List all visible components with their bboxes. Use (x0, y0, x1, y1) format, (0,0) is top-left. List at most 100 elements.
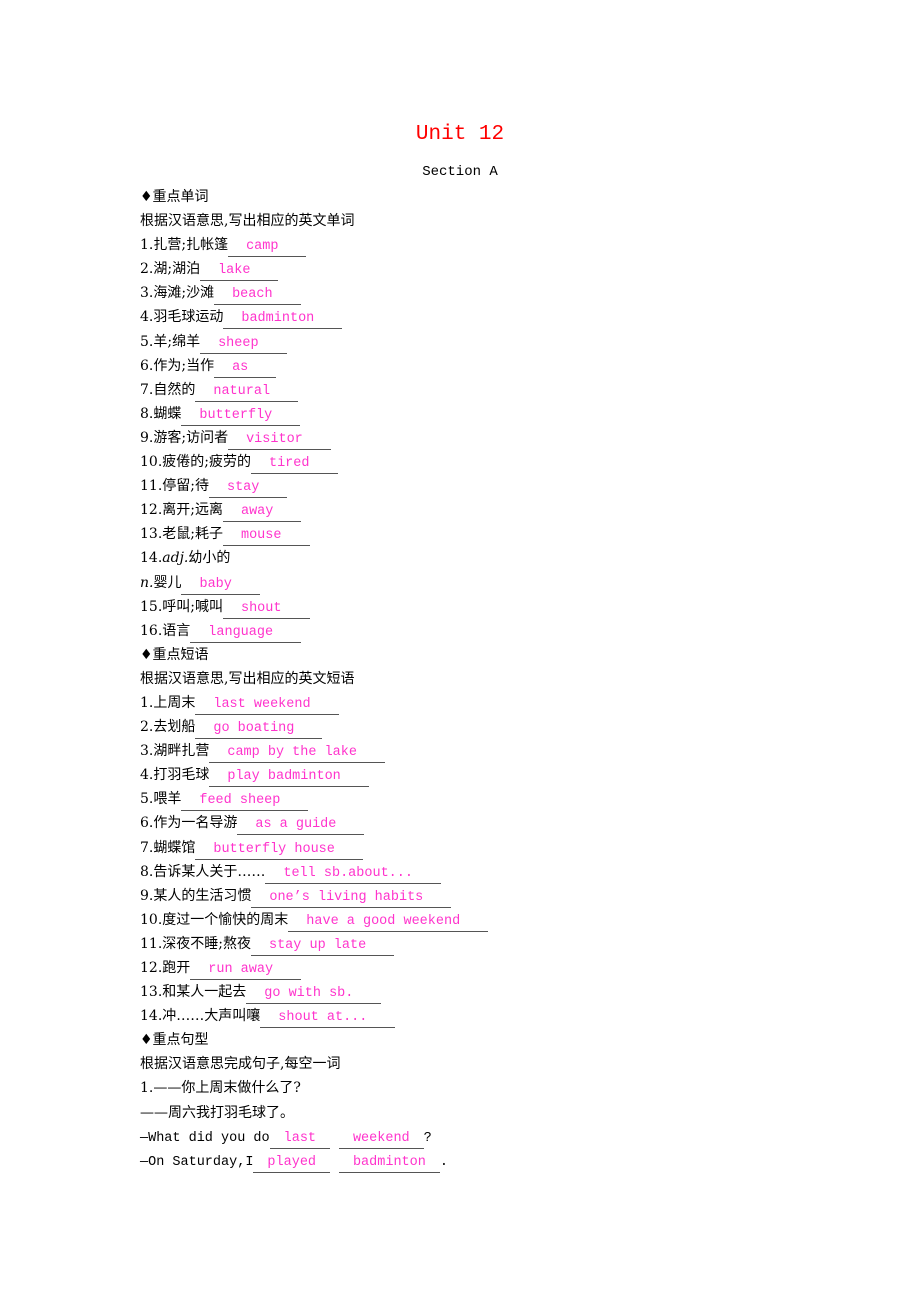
item-number: 6. (140, 815, 154, 832)
item-prompt: 湖;湖泊 (153, 261, 201, 278)
word-item: 4.羽毛球运动 badminton (140, 305, 840, 330)
word-item: 2.湖;湖泊 lake (140, 257, 840, 282)
sentence-text: —On Saturday,I (140, 1154, 254, 1170)
word-item: 5.羊;绵羊 sheep (140, 330, 840, 354)
answer-blank[interactable]: lake (200, 262, 279, 282)
item-prompt: 海滩;沙滩 (153, 285, 215, 302)
item-prompt: 告诉某人关于…… (153, 863, 266, 880)
worksheet-content: ♦重点单词 根据汉语意思,写出相应的英文单词 1.扎营;扎帐篷 camp 2.湖;湖… (140, 185, 840, 1173)
answer-blank[interactable]: baby (181, 576, 260, 595)
answer-blank[interactable]: badminton (223, 310, 343, 330)
answer-blank[interactable]: go with sb. (246, 985, 382, 1005)
item-prompt: 老鼠;耗子 (162, 526, 223, 543)
item-prompt: 离开;远离 (162, 502, 223, 519)
item-prompt: 去划船 (153, 719, 196, 736)
word-item: 3.海滩;沙滩 beach (140, 281, 840, 306)
answer-blank[interactable]: tell sb.about... (265, 865, 441, 884)
item-prompt: 呼叫;喊叫 (162, 598, 223, 615)
item-prompt: 停留;待 (162, 478, 209, 495)
word-item: 13.老鼠;耗子 mouse (140, 522, 840, 547)
item-prompt: 度过一个愉快的周末 (162, 911, 289, 928)
answer-blank[interactable]: badminton (338, 1154, 440, 1173)
word-item: 8.蝴蝶 butterfly (140, 402, 840, 426)
answer-blank[interactable]: stay up late (250, 937, 395, 956)
item-number: 2. (140, 261, 154, 278)
item-number: 2. (140, 719, 154, 736)
answer-blank[interactable]: shout (222, 600, 310, 619)
answer-blank[interactable]: language (190, 624, 302, 643)
item-prompt: 扎营;扎帐篷 (153, 237, 229, 254)
item-number: 7. (140, 839, 154, 856)
answer-blank[interactable]: shout at... (260, 1009, 396, 1029)
item-number: 11. (140, 478, 163, 495)
answer-blank[interactable]: butterfly house (195, 841, 363, 860)
item-number: 4. (140, 767, 154, 784)
sentence-q1-en-answer: —On Saturday,I played badminton. (140, 1149, 840, 1173)
answer-blank[interactable]: away (222, 503, 302, 523)
item-number: 13. (140, 526, 163, 543)
item-number: 8. (140, 863, 154, 880)
sentence-punct: ? (423, 1130, 432, 1146)
word-item: 16.语言 language (140, 619, 840, 643)
item-prompt: 婴儿 (153, 574, 182, 591)
item-number: 13. (140, 984, 163, 1001)
item-prompt: 上周末 (153, 694, 196, 711)
answer-blank[interactable]: camp (228, 238, 307, 258)
sentence-punct: . (439, 1154, 448, 1170)
phrase-item: 6.作为一名导游 as a guide (140, 811, 840, 836)
item-number: 16. (140, 622, 163, 639)
answer-blank[interactable]: beach (214, 286, 301, 306)
answer-blank[interactable]: butterfly (181, 407, 301, 426)
answer-blank[interactable]: go boating (195, 720, 323, 740)
sentence-q1-en-question: —What did you do last weekend? (140, 1125, 840, 1149)
pos-n: n. (140, 574, 154, 591)
answer-blank[interactable]: played (253, 1154, 331, 1173)
answer-blank[interactable]: feed sheep (181, 792, 309, 812)
answer-blank[interactable]: as a guide (237, 816, 365, 836)
item-number: 1. (140, 237, 154, 254)
answer-blank[interactable]: weekend (338, 1130, 424, 1149)
phrases-instruction: 根据汉语意思,写出相应的英文短语 (140, 670, 355, 687)
item-prompt: 和某人一起去 (162, 984, 247, 1001)
word-item-14b: n.婴儿 baby (140, 571, 840, 595)
word-item: 15.呼叫;喊叫 shout (140, 595, 840, 619)
answer-blank[interactable]: run away (190, 961, 302, 980)
word-item: 11.停留;待 stay (140, 474, 840, 499)
item-prompt: 蝴蝶 (153, 405, 182, 422)
answer-blank[interactable]: visitor (228, 431, 331, 450)
phrase-item: 1.上周末 last weekend (140, 691, 840, 715)
sentence-q1-zh-question: 1.——你上周末做什么了? (140, 1080, 301, 1097)
answer-blank[interactable]: mouse (222, 527, 310, 547)
item-prompt: 幼小的 (188, 550, 231, 567)
item-prompt: 疲倦的;疲劳的 (162, 454, 251, 471)
sentence-text: —What did you do (140, 1130, 270, 1146)
item-number: 5. (140, 333, 154, 350)
item-prompt: 湖畔扎营 (153, 743, 210, 760)
word-item: 1.扎营;扎帐篷 camp (140, 233, 840, 258)
answer-blank[interactable]: natural (195, 383, 299, 402)
answer-blank[interactable]: play badminton (209, 768, 369, 788)
answer-blank[interactable]: last (269, 1130, 331, 1149)
item-number: 11. (140, 935, 163, 952)
answer-blank[interactable]: tired (250, 455, 338, 475)
item-number: 12. (140, 960, 163, 976)
answer-blank[interactable]: sheep (200, 335, 287, 354)
answer-blank[interactable]: have a good weekend (288, 913, 489, 932)
item-number: 12. (140, 502, 163, 519)
item-prompt: 游客;访问者 (153, 429, 229, 446)
item-number: 10. (140, 911, 163, 928)
item-number: 4. (140, 309, 154, 326)
answer-blank[interactable]: camp by the lake (209, 744, 385, 764)
item-number: 3. (140, 743, 154, 760)
answer-blank[interactable]: as (214, 359, 277, 378)
answer-blank[interactable]: stay (208, 479, 288, 499)
answer-blank[interactable]: one’s living habits (251, 889, 452, 908)
phrases-heading: ♦重点短语 (140, 646, 209, 663)
word-item: 7.自然的 natural (140, 378, 840, 402)
item-prompt: 冲……大声叫嚷 (162, 1008, 261, 1025)
answer-blank[interactable]: last weekend (195, 696, 339, 715)
item-prompt: 某人的生活习惯 (153, 887, 252, 904)
item-number: 14. (140, 550, 163, 567)
item-number: 9. (140, 429, 154, 446)
item-prompt: 深夜不睡;熬夜 (162, 935, 251, 952)
